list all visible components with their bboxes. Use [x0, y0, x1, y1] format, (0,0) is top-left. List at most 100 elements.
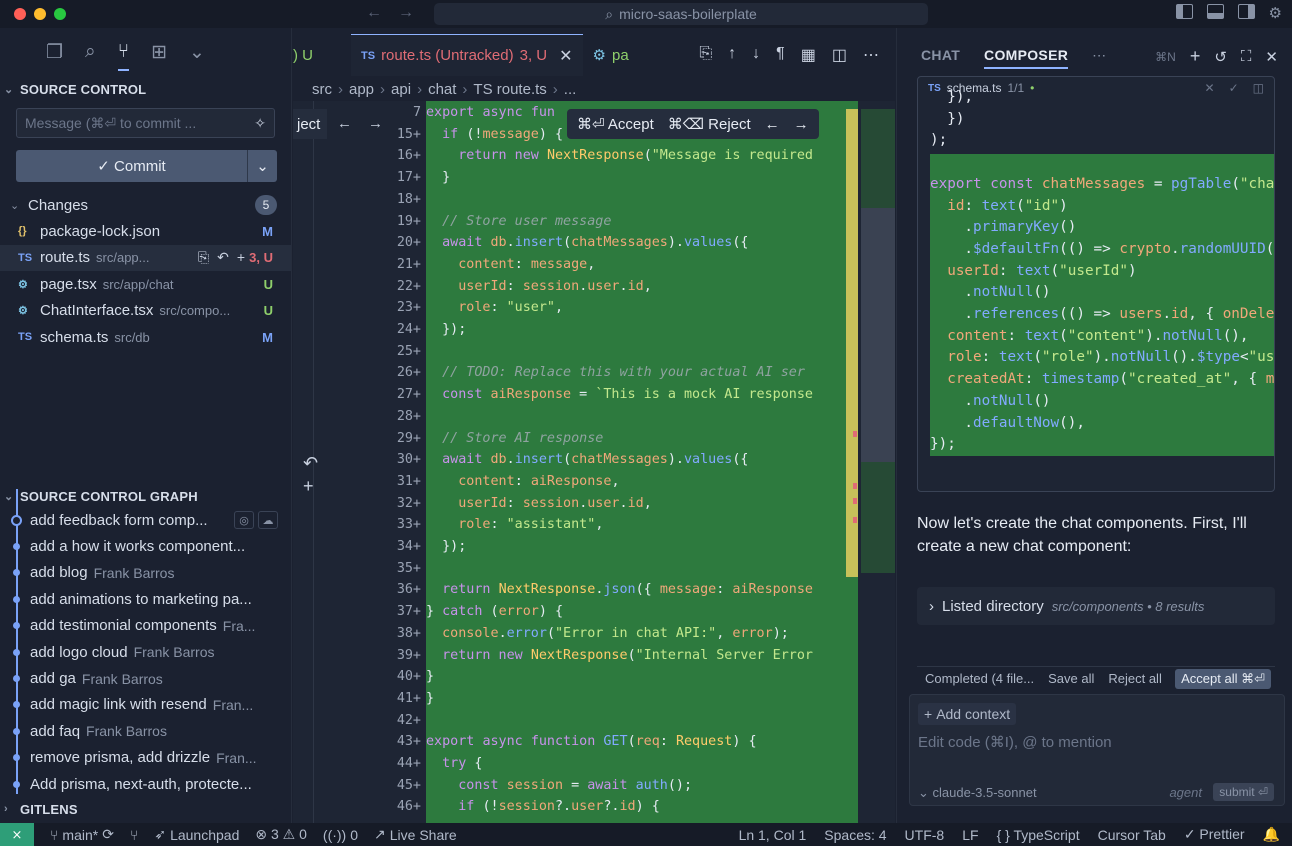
- code-line[interactable]: return new NextResponse("Internal Server…: [426, 645, 813, 667]
- source-control-header[interactable]: ⌄ SOURCE CONTROL: [0, 76, 291, 102]
- breadcrumb-item[interactable]: src: [312, 81, 332, 98]
- submit-button[interactable]: submit ⏎: [1213, 783, 1274, 801]
- code-line[interactable]: const aiResponse = `This is a mock AI re…: [426, 384, 813, 406]
- maximize-icon[interactable]: ⛶: [1241, 48, 1252, 65]
- discard-changes-icon[interactable]: ↶: [217, 249, 229, 266]
- commit-row[interactable]: add faq Frank Barros: [0, 718, 292, 744]
- gitlens-header[interactable]: › GITLENS: [0, 796, 292, 822]
- extensions-icon[interactable]: ⊞: [151, 41, 167, 64]
- explorer-icon[interactable]: ❐: [46, 41, 63, 64]
- code-editor[interactable]: 7 export async fun 15+ if (!message) {16+ …: [293, 101, 895, 823]
- breadcrumb-item[interactable]: api: [391, 81, 411, 98]
- next-hunk-icon[interactable]: →: [368, 115, 383, 132]
- reject-button[interactable]: ⌘⌫ Reject: [668, 115, 751, 133]
- commit-dropdown-chevron-icon[interactable]: ⌄: [247, 150, 277, 182]
- commit-row[interactable]: add testimonial components Fra...: [0, 613, 292, 639]
- open-diff-icon[interactable]: ◫: [1253, 81, 1264, 95]
- live-share-button[interactable]: ↗ Live Share: [374, 826, 457, 843]
- accept-file-icon[interactable]: ✓: [1229, 81, 1239, 95]
- previous-change-icon[interactable]: ↑: [728, 45, 736, 65]
- open-file-icon[interactable]: ⎘: [198, 249, 209, 266]
- accept-all-button[interactable]: Accept all ⌘⏎: [1175, 669, 1271, 689]
- code-line[interactable]: const session = await auth();: [426, 775, 692, 797]
- gear-icon[interactable]: ⚙: [1269, 4, 1282, 22]
- back-arrow-icon[interactable]: ←: [366, 4, 382, 22]
- accept-button[interactable]: ⌘⏎ Accept: [577, 115, 654, 133]
- code-line[interactable]: content: aiResponse,: [426, 471, 619, 493]
- changed-file-row[interactable]: ⚙ ChatInterface.tsx src/compo... U: [0, 298, 291, 325]
- maximize-window-button[interactable]: [54, 8, 66, 20]
- close-icon[interactable]: ✕: [559, 46, 572, 66]
- minimap-slider[interactable]: [861, 208, 895, 462]
- code-line[interactable]: }: [426, 167, 450, 189]
- code-line[interactable]: await db.insert(chatMessages).values({: [426, 449, 748, 471]
- code-line[interactable]: userId: session.user.id,: [426, 276, 652, 298]
- minimize-window-button[interactable]: [34, 8, 46, 20]
- model-selector[interactable]: ⌄ claude-3.5-sonnet: [918, 785, 1037, 801]
- more-views-chevron-icon[interactable]: ⌄: [189, 41, 205, 64]
- graph-status-icon[interactable]: ⑂: [130, 827, 138, 843]
- breadcrumb-item[interactable]: ...: [564, 81, 577, 98]
- tab-composer[interactable]: COMPOSER: [984, 47, 1069, 69]
- history-icon[interactable]: ↺: [1214, 48, 1227, 66]
- changes-group[interactable]: ⌄ Changes 5: [0, 192, 291, 218]
- add-context-button[interactable]: + Add context: [918, 703, 1017, 725]
- close-window-button[interactable]: [14, 8, 26, 20]
- changed-file-row[interactable]: TS schema.ts src/db M: [0, 324, 291, 351]
- code-line[interactable]: // TODO: Replace this with your actual A…: [426, 362, 805, 384]
- changed-file-row[interactable]: TS route.ts src/app... ⎘ ↶ + 3, U: [0, 244, 291, 271]
- line-ending[interactable]: LF: [962, 827, 978, 843]
- reject-all-button[interactable]: Reject all: [1108, 671, 1161, 686]
- code-line[interactable]: }: [426, 666, 434, 688]
- launchpad-button[interactable]: ➶ Launchpad: [154, 826, 239, 843]
- code-line[interactable]: });: [426, 536, 466, 558]
- tab-previous[interactable]: ) U: [293, 34, 351, 76]
- composer-input[interactable]: + Add context Edit code (⌘I), @ to menti…: [909, 694, 1285, 806]
- encoding[interactable]: UTF-8: [905, 827, 945, 843]
- code-line[interactable]: } catch (error) {: [426, 601, 563, 623]
- code-line[interactable]: console.error("Error in chat API:", erro…: [426, 623, 789, 645]
- code-line[interactable]: try {: [426, 753, 482, 775]
- save-all-button[interactable]: Save all: [1048, 671, 1094, 686]
- split-editor-icon[interactable]: ◫: [832, 45, 847, 65]
- more-actions-icon[interactable]: ⋯: [863, 45, 879, 65]
- next-diff-icon[interactable]: →: [794, 116, 809, 133]
- remote-icon[interactable]: ⨯: [0, 823, 34, 846]
- previous-diff-icon[interactable]: ←: [765, 116, 780, 133]
- map-icon[interactable]: ▦: [801, 45, 816, 65]
- code-line[interactable]: role: "user",: [426, 297, 563, 319]
- commit-row[interactable]: add logo cloud Frank Barros: [0, 639, 292, 665]
- changed-file-row[interactable]: ⚙ page.tsx src/app/chat U: [0, 271, 291, 298]
- code-line[interactable]: export async function GET(req: Request) …: [426, 731, 757, 753]
- more-icon[interactable]: ⋯: [1092, 47, 1106, 64]
- changed-file-row[interactable]: {} package-lock.json M: [0, 218, 291, 245]
- code-line[interactable]: return NextResponse.json({ message: aiRe…: [426, 579, 813, 601]
- completed-summary[interactable]: Completed (4 file...: [925, 671, 1034, 686]
- commit-row[interactable]: add ga Frank Barros: [0, 665, 292, 691]
- toggle-primary-sidebar-icon[interactable]: [1175, 4, 1193, 19]
- whitespace-icon[interactable]: ¶: [776, 45, 785, 65]
- mode-label[interactable]: agent: [1169, 785, 1202, 800]
- cursor-tab[interactable]: Cursor Tab: [1098, 827, 1166, 843]
- commit-row[interactable]: add animations to marketing pa...: [0, 586, 292, 612]
- target-icon[interactable]: ◎: [234, 511, 254, 530]
- indentation[interactable]: Spaces: 4: [824, 827, 886, 843]
- close-icon[interactable]: ✕: [1265, 48, 1278, 66]
- code-line[interactable]: });: [426, 319, 466, 341]
- tab-chat[interactable]: CHAT: [921, 47, 960, 63]
- tab-route-ts[interactable]: TS route.ts (Untracked) 3, U ✕: [351, 34, 583, 76]
- ports-indicator[interactable]: ((·)) 0: [323, 827, 358, 843]
- breadcrumb-item[interactable]: TS route.ts: [473, 81, 546, 98]
- command-center[interactable]: ⌕ micro-saas-boilerplate: [434, 3, 928, 25]
- open-changes-icon[interactable]: ⎘: [699, 45, 712, 65]
- prettier-status[interactable]: ✓ Prettier: [1184, 826, 1245, 843]
- previous-hunk-icon[interactable]: ←: [337, 115, 352, 132]
- code-line[interactable]: return new NextResponse("Message is requ…: [426, 145, 813, 167]
- composer-input-placeholder[interactable]: Edit code (⌘I), @ to mention: [918, 733, 1112, 751]
- code-line[interactable]: // Store user message: [426, 211, 611, 233]
- stage-changes-icon[interactable]: +: [237, 249, 245, 266]
- commit-message-input[interactable]: Message (⌘⏎ to commit ... ✧: [16, 108, 275, 138]
- source-control-icon[interactable]: ⑂: [117, 41, 130, 71]
- cursor-position[interactable]: Ln 1, Col 1: [739, 827, 807, 843]
- commit-row[interactable]: add blog Frank Barros: [0, 560, 292, 586]
